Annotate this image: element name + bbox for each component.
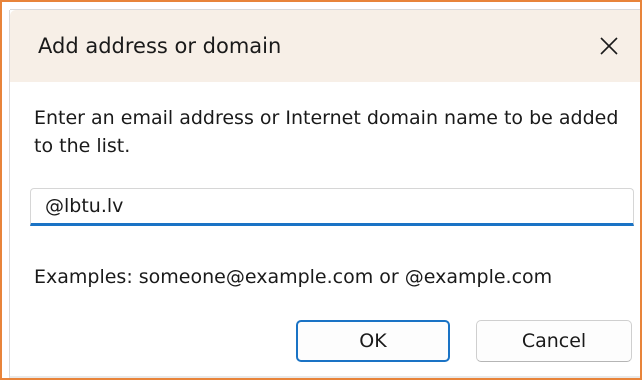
cancel-button[interactable]: Cancel: [476, 320, 632, 362]
address-input-container: [30, 188, 634, 226]
bottom-divider: [10, 376, 640, 378]
examples-text: Examples: someone@example.com or @exampl…: [34, 266, 553, 288]
dialog-titlebar: Add address or domain: [10, 10, 640, 82]
close-icon: [600, 37, 618, 55]
ok-button[interactable]: OK: [296, 320, 450, 362]
dialog-prompt: Enter an email address or Internet domai…: [34, 107, 619, 157]
add-address-dialog: Add address or domain Enter an email add…: [10, 10, 640, 378]
dialog-title: Add address or domain: [38, 34, 282, 58]
close-button[interactable]: [584, 22, 632, 70]
address-input[interactable]: [31, 189, 605, 223]
